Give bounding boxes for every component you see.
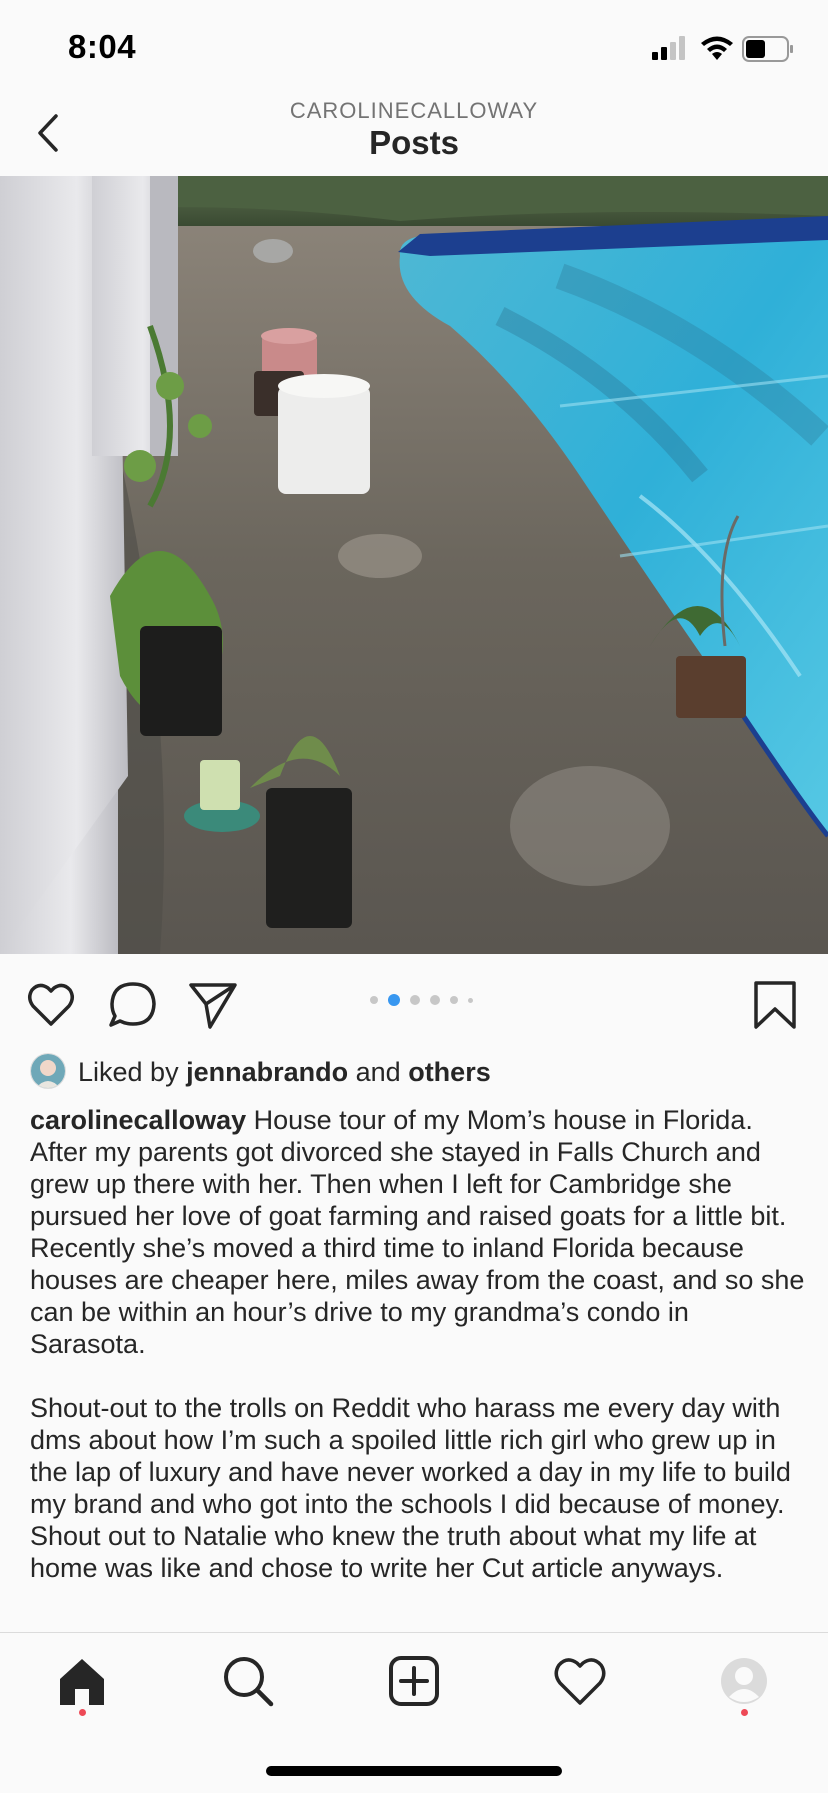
likes-row: Liked by jennabrando and others [30, 1052, 810, 1092]
activity-icon[interactable] [552, 1653, 608, 1709]
page-title: Posts [369, 124, 459, 161]
home-indicator [266, 1766, 562, 1776]
bookmark-icon[interactable] [752, 980, 798, 1030]
wifi-icon [701, 36, 733, 60]
post-image[interactable] [0, 176, 828, 954]
carousel-indicator [370, 994, 480, 1010]
home-icon[interactable] [54, 1653, 110, 1709]
caption-text: House tour of my Mom’s house in Florida.… [30, 1105, 805, 1359]
heart-icon[interactable] [26, 980, 76, 1030]
search-icon[interactable] [220, 1653, 276, 1709]
carousel-dot [410, 995, 420, 1005]
status-bar: 8:04 [0, 0, 828, 100]
carousel-dot [370, 996, 378, 1004]
profile-icon[interactable] [720, 1657, 768, 1705]
profile-notification-dot [741, 1709, 748, 1716]
post-caption: carolinecalloway House tour of my Mom’s … [30, 1104, 810, 1584]
carousel-dot [388, 994, 400, 1006]
battery-icon [742, 36, 793, 62]
likes-prefix: Liked by [78, 1057, 179, 1087]
avatar[interactable] [30, 1053, 66, 1089]
home-notification-dot [79, 1709, 86, 1716]
new-post-icon[interactable] [386, 1653, 442, 1709]
likes-text: Liked by jennabrando and others [78, 1057, 491, 1088]
status-time: 8:04 [68, 28, 137, 65]
nav-header: CAROLINECALLOWAY Posts [0, 88, 828, 177]
caption-username[interactable]: carolinecalloway [30, 1105, 246, 1135]
likes-others-link[interactable]: others [408, 1057, 491, 1087]
header-username: CAROLINECALLOWAY [289, 98, 539, 123]
carousel-dot [430, 995, 440, 1005]
carousel-dot [450, 996, 458, 1004]
signal-icon [652, 36, 685, 60]
carousel-dot [468, 997, 473, 1003]
send-icon[interactable] [188, 980, 238, 1030]
caption-text-continued: Shout-out to the trolls on Reddit who ha… [30, 1393, 791, 1583]
likes-conjunction: and [355, 1057, 401, 1087]
comment-icon[interactable] [108, 980, 158, 1030]
liker-username[interactable]: jennabrando [186, 1057, 348, 1087]
